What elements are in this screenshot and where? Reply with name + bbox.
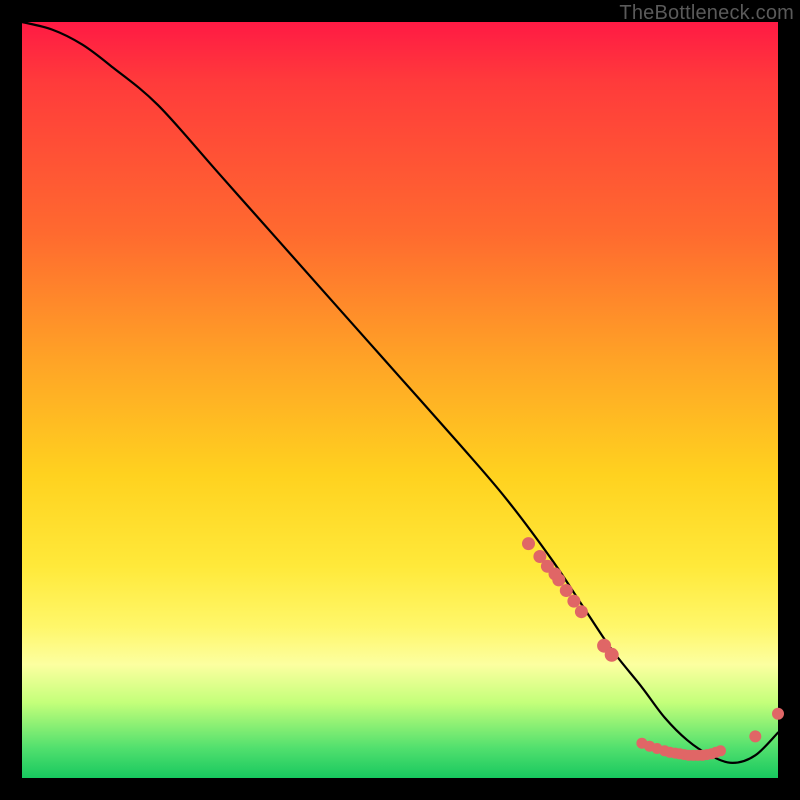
- bottleneck-curve: [22, 22, 778, 763]
- watermark-text: TheBottleneck.com: [619, 2, 794, 25]
- data-point: [567, 595, 580, 608]
- data-point: [772, 708, 784, 720]
- chart-frame: TheBottleneck.com: [0, 0, 800, 800]
- data-point: [575, 605, 588, 618]
- data-point: [749, 730, 761, 742]
- plot-area: [22, 22, 778, 778]
- data-point: [560, 584, 573, 597]
- chart-svg: [22, 22, 778, 778]
- data-point: [522, 537, 535, 550]
- data-point: [715, 745, 726, 756]
- data-markers: [522, 537, 784, 761]
- data-point: [552, 573, 565, 586]
- data-point: [605, 648, 619, 662]
